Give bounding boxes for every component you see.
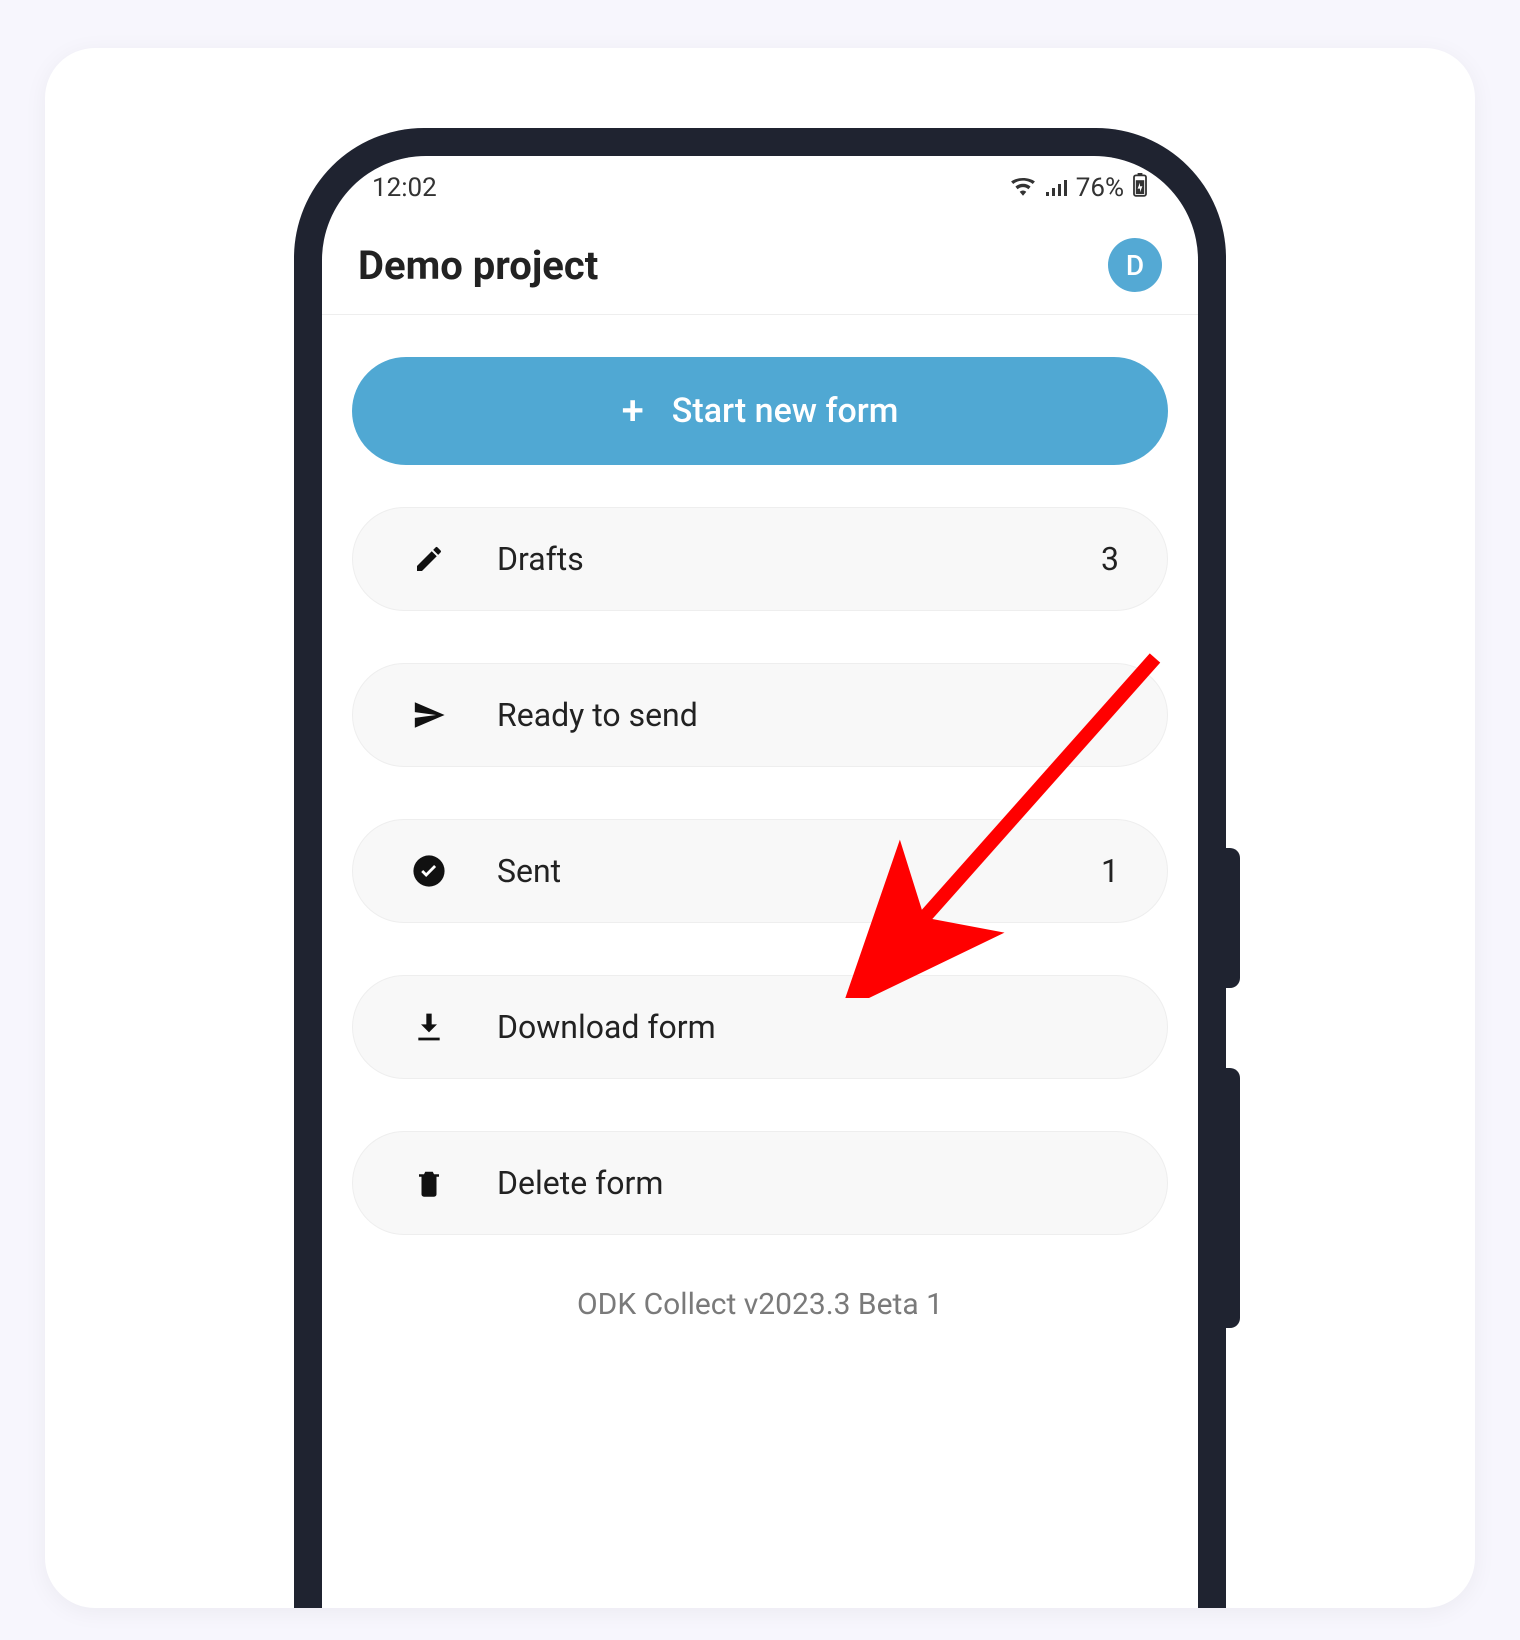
start-new-form-button[interactable]: + Start new form: [352, 357, 1168, 465]
status-bar: 12:02 76%: [322, 156, 1198, 220]
delete-form-button[interactable]: Delete form: [352, 1131, 1168, 1235]
status-right: 76%: [1010, 173, 1148, 204]
status-time: 12:02: [372, 173, 437, 203]
version-text: ODK Collect v2023.3 Beta 1: [352, 1287, 1168, 1322]
phone-side-button-lower: [1226, 1068, 1240, 1328]
download-label: Download form: [497, 1008, 1119, 1046]
plus-icon: +: [622, 391, 644, 431]
drafts-count: 3: [1101, 540, 1119, 578]
drafts-button[interactable]: Drafts 3: [352, 507, 1168, 611]
phone-screen: 12:02 76% Demo: [322, 156, 1198, 1608]
ready-label: Ready to send: [497, 696, 1119, 734]
screenshot-card: 12:02 76% Demo: [45, 48, 1475, 1608]
send-icon: [401, 698, 457, 732]
signal-icon: [1044, 173, 1068, 203]
start-new-form-label: Start new form: [672, 391, 899, 431]
phone-side-button-upper: [1226, 848, 1240, 988]
sent-label: Sent: [497, 852, 1101, 890]
app-header: Demo project D: [322, 220, 1198, 315]
battery-text: 76%: [1076, 173, 1124, 203]
phone-mockup: 12:02 76% Demo: [294, 128, 1226, 1608]
main-content: + Start new form Drafts 3: [322, 315, 1198, 1322]
trash-icon: [401, 1167, 457, 1199]
sent-button[interactable]: Sent 1: [352, 819, 1168, 923]
pencil-icon: [401, 543, 457, 575]
phone-frame: 12:02 76% Demo: [294, 128, 1226, 1608]
wifi-icon: [1010, 173, 1036, 203]
ready-to-send-button[interactable]: Ready to send: [352, 663, 1168, 767]
page-title: Demo project: [358, 242, 598, 289]
drafts-label: Drafts: [497, 540, 1101, 578]
avatar-initial: D: [1126, 249, 1144, 282]
sent-count: 1: [1101, 852, 1119, 890]
delete-label: Delete form: [497, 1164, 1119, 1202]
battery-icon: [1132, 173, 1148, 204]
avatar[interactable]: D: [1108, 238, 1162, 292]
download-form-button[interactable]: Download form: [352, 975, 1168, 1079]
download-icon: [401, 1011, 457, 1043]
check-circle-icon: [401, 854, 457, 888]
